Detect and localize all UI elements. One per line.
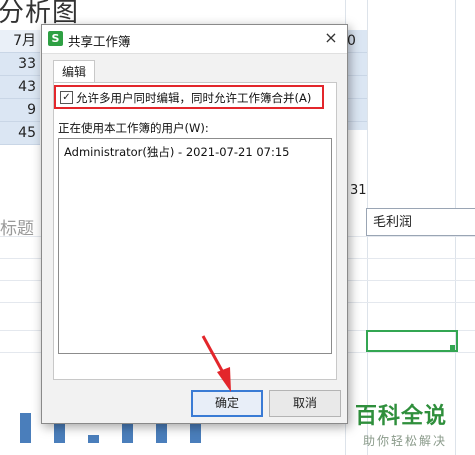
strip-cell: [345, 53, 367, 76]
wps-spreadsheet-icon: S: [48, 31, 63, 46]
fill-handle[interactable]: [450, 345, 455, 350]
strip-cell: 0: [345, 30, 367, 53]
watermark-title: 百科全说: [355, 404, 448, 429]
chart-bar: [156, 423, 167, 443]
value-cell[interactable]: 43: [0, 76, 40, 99]
allow-multiuser-label[interactable]: 允许多用户同时编辑，同时允许工作簿合并(A): [76, 90, 311, 106]
chart-bar: [20, 413, 31, 443]
users-list[interactable]: Administrator(独占) - 2021-07-21 07:15: [58, 138, 332, 354]
active-cell-selection[interactable]: [366, 330, 458, 352]
watermark-subtitle: 助你轻松解决: [363, 434, 448, 448]
selected-cells-strip[interactable]: 0: [345, 30, 367, 130]
close-icon: ×: [324, 28, 338, 47]
allow-multiuser-checkbox[interactable]: ✓: [60, 91, 73, 104]
value-cell[interactable]: 45: [0, 122, 40, 145]
data-column: 7月 33 43 9 45: [0, 30, 40, 145]
share-workbook-dialog: S 共享工作簿 × 编辑 ✓ 允许多用户同时编辑，同时允许工作簿合并(A) 正在…: [41, 24, 348, 424]
close-button[interactable]: ×: [321, 28, 341, 48]
dialog-titlebar[interactable]: S 共享工作簿 ×: [42, 25, 347, 54]
value-cell[interactable]: 33: [0, 53, 40, 76]
strip-cell: [345, 99, 367, 122]
check-icon: ✓: [62, 92, 71, 103]
chart-title-placeholder: 标题: [0, 219, 34, 239]
cancel-button[interactable]: 取消: [269, 390, 341, 417]
watermark: 百科全说 助你轻松解决: [355, 398, 447, 449]
chart-bar: [88, 435, 99, 443]
tab-edit[interactable]: 编辑: [53, 60, 95, 83]
users-list-label: 正在使用本工作簿的用户(W):: [58, 121, 209, 135]
dialog-title: 共享工作簿: [68, 34, 131, 49]
strip-cell: [345, 76, 367, 99]
ok-button[interactable]: 确定: [191, 390, 263, 417]
month-header-cell[interactable]: 7月: [0, 30, 40, 53]
cell-31[interactable]: 31: [350, 183, 367, 198]
allow-multiuser-highlight: ✓ 允许多用户同时编辑，同时允许工作簿合并(A): [54, 85, 324, 109]
name-cell[interactable]: 毛利润: [366, 208, 475, 236]
user-list-item[interactable]: Administrator(独占) - 2021-07-21 07:15: [64, 144, 289, 160]
value-cell[interactable]: 9: [0, 99, 40, 122]
